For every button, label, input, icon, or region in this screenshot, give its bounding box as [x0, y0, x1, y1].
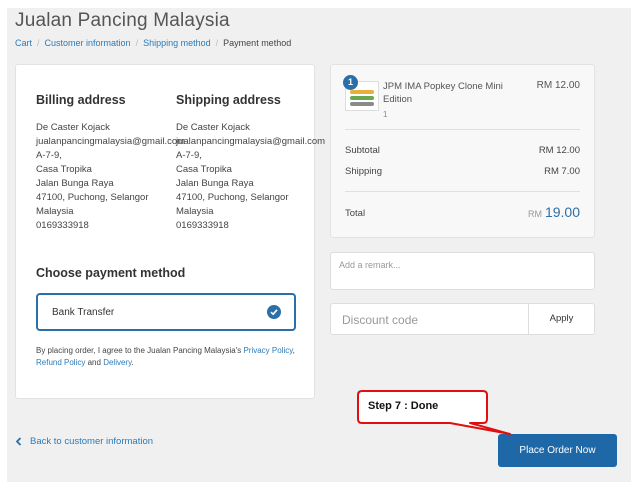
remark-input[interactable]: Add a remark...	[330, 252, 595, 290]
shipping-address-heading: Shipping address	[176, 93, 281, 107]
total-amount: 19.00	[544, 204, 580, 220]
billing-country: Malaysia	[36, 206, 74, 217]
shipping-line: Casa Tropika	[176, 164, 232, 175]
chevron-left-icon	[15, 437, 22, 446]
subtotal-value: RM 12.00	[538, 145, 580, 156]
breadcrumb-separator: /	[215, 38, 219, 48]
policy-text: By placing order, I agree to the Jualan …	[36, 346, 242, 355]
summary-divider	[345, 129, 580, 130]
shipping-phone: 0169333918	[176, 220, 229, 231]
delivery-link[interactable]: Delivery	[103, 358, 131, 367]
billing-line: Casa Tropika	[36, 164, 92, 175]
discount-placeholder: Discount code	[342, 313, 419, 327]
checkout-details-card: Billing address De Caster Kojack jualanp…	[15, 64, 325, 399]
breadcrumb-separator: /	[37, 38, 40, 48]
shipping-name: De Caster Kojack	[176, 122, 250, 133]
breadcrumb-separator: /	[135, 38, 139, 48]
payment-option-bank-transfer[interactable]: Bank Transfer	[36, 293, 296, 331]
billing-name: De Caster Kojack	[36, 122, 110, 133]
total-value: RM 19.00	[528, 204, 580, 220]
billing-phone: 0169333918	[36, 220, 89, 231]
shipping-line: Jalan Bunga Raya	[176, 178, 254, 189]
shipping-email: jualanpancingmalaysia@gmail.com	[176, 136, 326, 147]
discount-code-input[interactable]: Discount code	[330, 303, 529, 335]
remark-placeholder: Add a remark...	[339, 260, 401, 270]
check-circle-icon	[267, 305, 281, 319]
shipping-label: Shipping	[345, 166, 382, 177]
breadcrumb-customer-information[interactable]: Customer information	[45, 38, 131, 48]
back-to-customer-information-link[interactable]: Back to customer information	[15, 436, 153, 447]
product-variant: 1	[383, 110, 388, 119]
shipping-address-block: De Caster Kojack jualanpancingmalaysia@g…	[176, 121, 325, 233]
breadcrumb-payment-method: Payment method	[223, 38, 292, 48]
billing-address-heading: Billing address	[36, 93, 126, 107]
shipping-line: 47100, Puchong, Selangor	[176, 192, 289, 203]
shipping-value: RM 7.00	[544, 166, 580, 177]
billing-line: A-7-9,	[36, 150, 62, 161]
refund-policy-link[interactable]: Refund Policy	[36, 358, 85, 367]
breadcrumb: Cart / Customer information / Shipping m…	[15, 38, 291, 48]
breadcrumb-cart[interactable]: Cart	[15, 38, 32, 48]
policy-notice: By placing order, I agree to the Jualan …	[36, 346, 295, 367]
breadcrumb-shipping-method[interactable]: Shipping method	[143, 38, 211, 48]
subtotal-label: Subtotal	[345, 145, 380, 156]
order-summary-card: 1 JPM IMA Popkey Clone Mini Edition 1 RM…	[330, 64, 595, 238]
privacy-policy-link[interactable]: Privacy Policy	[243, 346, 292, 355]
back-link-label: Back to customer information	[30, 436, 154, 447]
billing-line: 47100, Puchong, Selangor	[36, 192, 149, 203]
payment-option-label: Bank Transfer	[52, 307, 115, 318]
policy-period: .	[131, 358, 134, 367]
step-callout-text: Step 7 : Done	[368, 400, 439, 412]
shipping-country: Malaysia	[176, 206, 214, 217]
policy-and: and	[87, 358, 101, 367]
apply-discount-button[interactable]: Apply	[528, 303, 595, 335]
store-title: Jualan Pancing Malaysia	[15, 10, 230, 31]
total-currency: RM	[527, 209, 542, 219]
billing-line: Jalan Bunga Raya	[36, 178, 114, 189]
place-order-button[interactable]: Place Order Now	[498, 434, 617, 467]
quantity-badge: 1	[343, 75, 358, 90]
product-price: RM 12.00	[536, 80, 580, 91]
summary-divider	[345, 191, 580, 192]
total-label: Total	[345, 208, 366, 219]
payment-method-heading: Choose payment method	[36, 266, 186, 280]
product-name: JPM IMA Popkey Clone Mini Edition	[383, 81, 503, 105]
billing-address-block: De Caster Kojack jualanpancingmalaysia@g…	[36, 121, 185, 233]
shipping-line: A-7-9,	[176, 150, 202, 161]
billing-email: jualanpancingmalaysia@gmail.com	[36, 136, 186, 147]
